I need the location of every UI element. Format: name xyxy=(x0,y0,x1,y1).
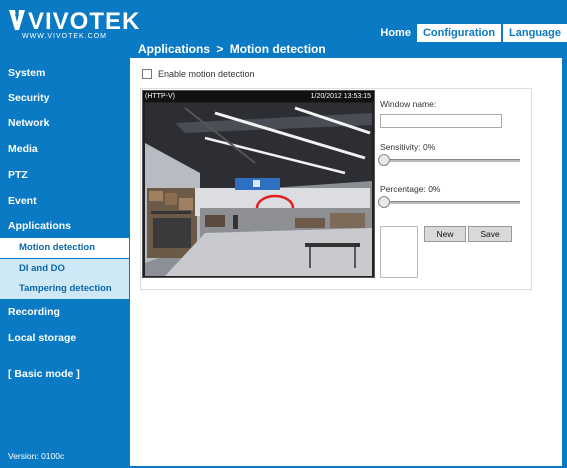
sidebar-item-local-storage[interactable]: Local storage xyxy=(8,332,76,344)
window-name-input[interactable] xyxy=(380,114,502,128)
sidebar-item-event[interactable]: Event xyxy=(8,195,37,207)
main-content: Enable motion detection (HTTP-V) 1/20/20… xyxy=(130,58,562,466)
sensitivity-label: Sensitivity: 0% xyxy=(380,142,436,152)
sidebar-subitem-motion-detection[interactable]: Motion detection xyxy=(0,238,129,258)
window-preview-box xyxy=(380,226,418,278)
version-label: Version: 0100c xyxy=(8,451,65,461)
video-header: (HTTP-V) 1/20/2012 13:53:15 xyxy=(143,91,374,102)
logo-mark-icon xyxy=(9,10,25,30)
sidebar-item-ptz[interactable]: PTZ xyxy=(8,169,28,181)
percentage-label: Percentage: 0% xyxy=(380,184,441,194)
sidebar-item-applications[interactable]: Applications xyxy=(8,220,71,232)
top-nav: Home Configuration Language xyxy=(374,24,567,42)
video-stream-label: (HTTP-V) xyxy=(145,93,175,100)
percentage-knob[interactable] xyxy=(378,196,390,208)
sidebar-subitem-di-do[interactable]: DI and DO xyxy=(0,259,129,279)
brand-url: WWW.VIVOTEK.COM xyxy=(22,33,107,40)
new-button[interactable]: New xyxy=(424,226,466,242)
tab-language[interactable]: Language xyxy=(503,24,567,42)
breadcrumb-section: Applications xyxy=(138,42,211,56)
top-bar: VIVOTEK WWW.VIVOTEK.COM Home Configurati… xyxy=(0,0,567,42)
sidebar-item-network[interactable]: Network xyxy=(8,117,49,129)
sidebar-item-media[interactable]: Media xyxy=(8,143,38,155)
enable-motion-checkbox[interactable] xyxy=(142,69,152,79)
enable-row: Enable motion detection xyxy=(142,69,255,79)
enable-motion-label: Enable motion detection xyxy=(158,69,255,79)
sidebar-subitem-tampering-detection[interactable]: Tampering detection xyxy=(0,279,129,299)
camera-scene-image xyxy=(145,103,372,276)
sidebar-item-security[interactable]: Security xyxy=(8,92,49,104)
tab-home[interactable]: Home xyxy=(374,24,417,42)
sidebar-item-recording[interactable]: Recording xyxy=(8,306,60,318)
basic-mode-link[interactable]: [ Basic mode ] xyxy=(8,368,80,380)
sidebar-item-system[interactable]: System xyxy=(8,67,45,79)
vivotek-logo: VIVOTEK WWW.VIVOTEK.COM xyxy=(6,6,139,40)
video-timestamp: 1/20/2012 13:53:15 xyxy=(310,93,371,100)
sensitivity-track xyxy=(382,159,520,162)
sensitivity-knob[interactable] xyxy=(378,154,390,166)
sidebar: System Security Network Media PTZ Event … xyxy=(0,58,129,468)
window-name-label: Window name: xyxy=(380,99,437,109)
motion-panel: (HTTP-V) 1/20/2012 13:53:15 Window name:… xyxy=(140,88,532,290)
breadcrumb-separator: > xyxy=(216,42,224,56)
save-button[interactable]: Save xyxy=(468,226,512,242)
percentage-slider[interactable] xyxy=(378,196,520,208)
live-video[interactable]: (HTTP-V) 1/20/2012 13:53:15 xyxy=(142,90,375,278)
percentage-track xyxy=(382,201,520,204)
tab-configuration[interactable]: Configuration xyxy=(416,24,502,42)
breadcrumb: Applications > Motion detection xyxy=(138,42,326,57)
sensitivity-slider[interactable] xyxy=(378,154,520,166)
breadcrumb-page: Motion detection xyxy=(229,42,326,56)
brand-name: VIVOTEK xyxy=(28,8,141,35)
